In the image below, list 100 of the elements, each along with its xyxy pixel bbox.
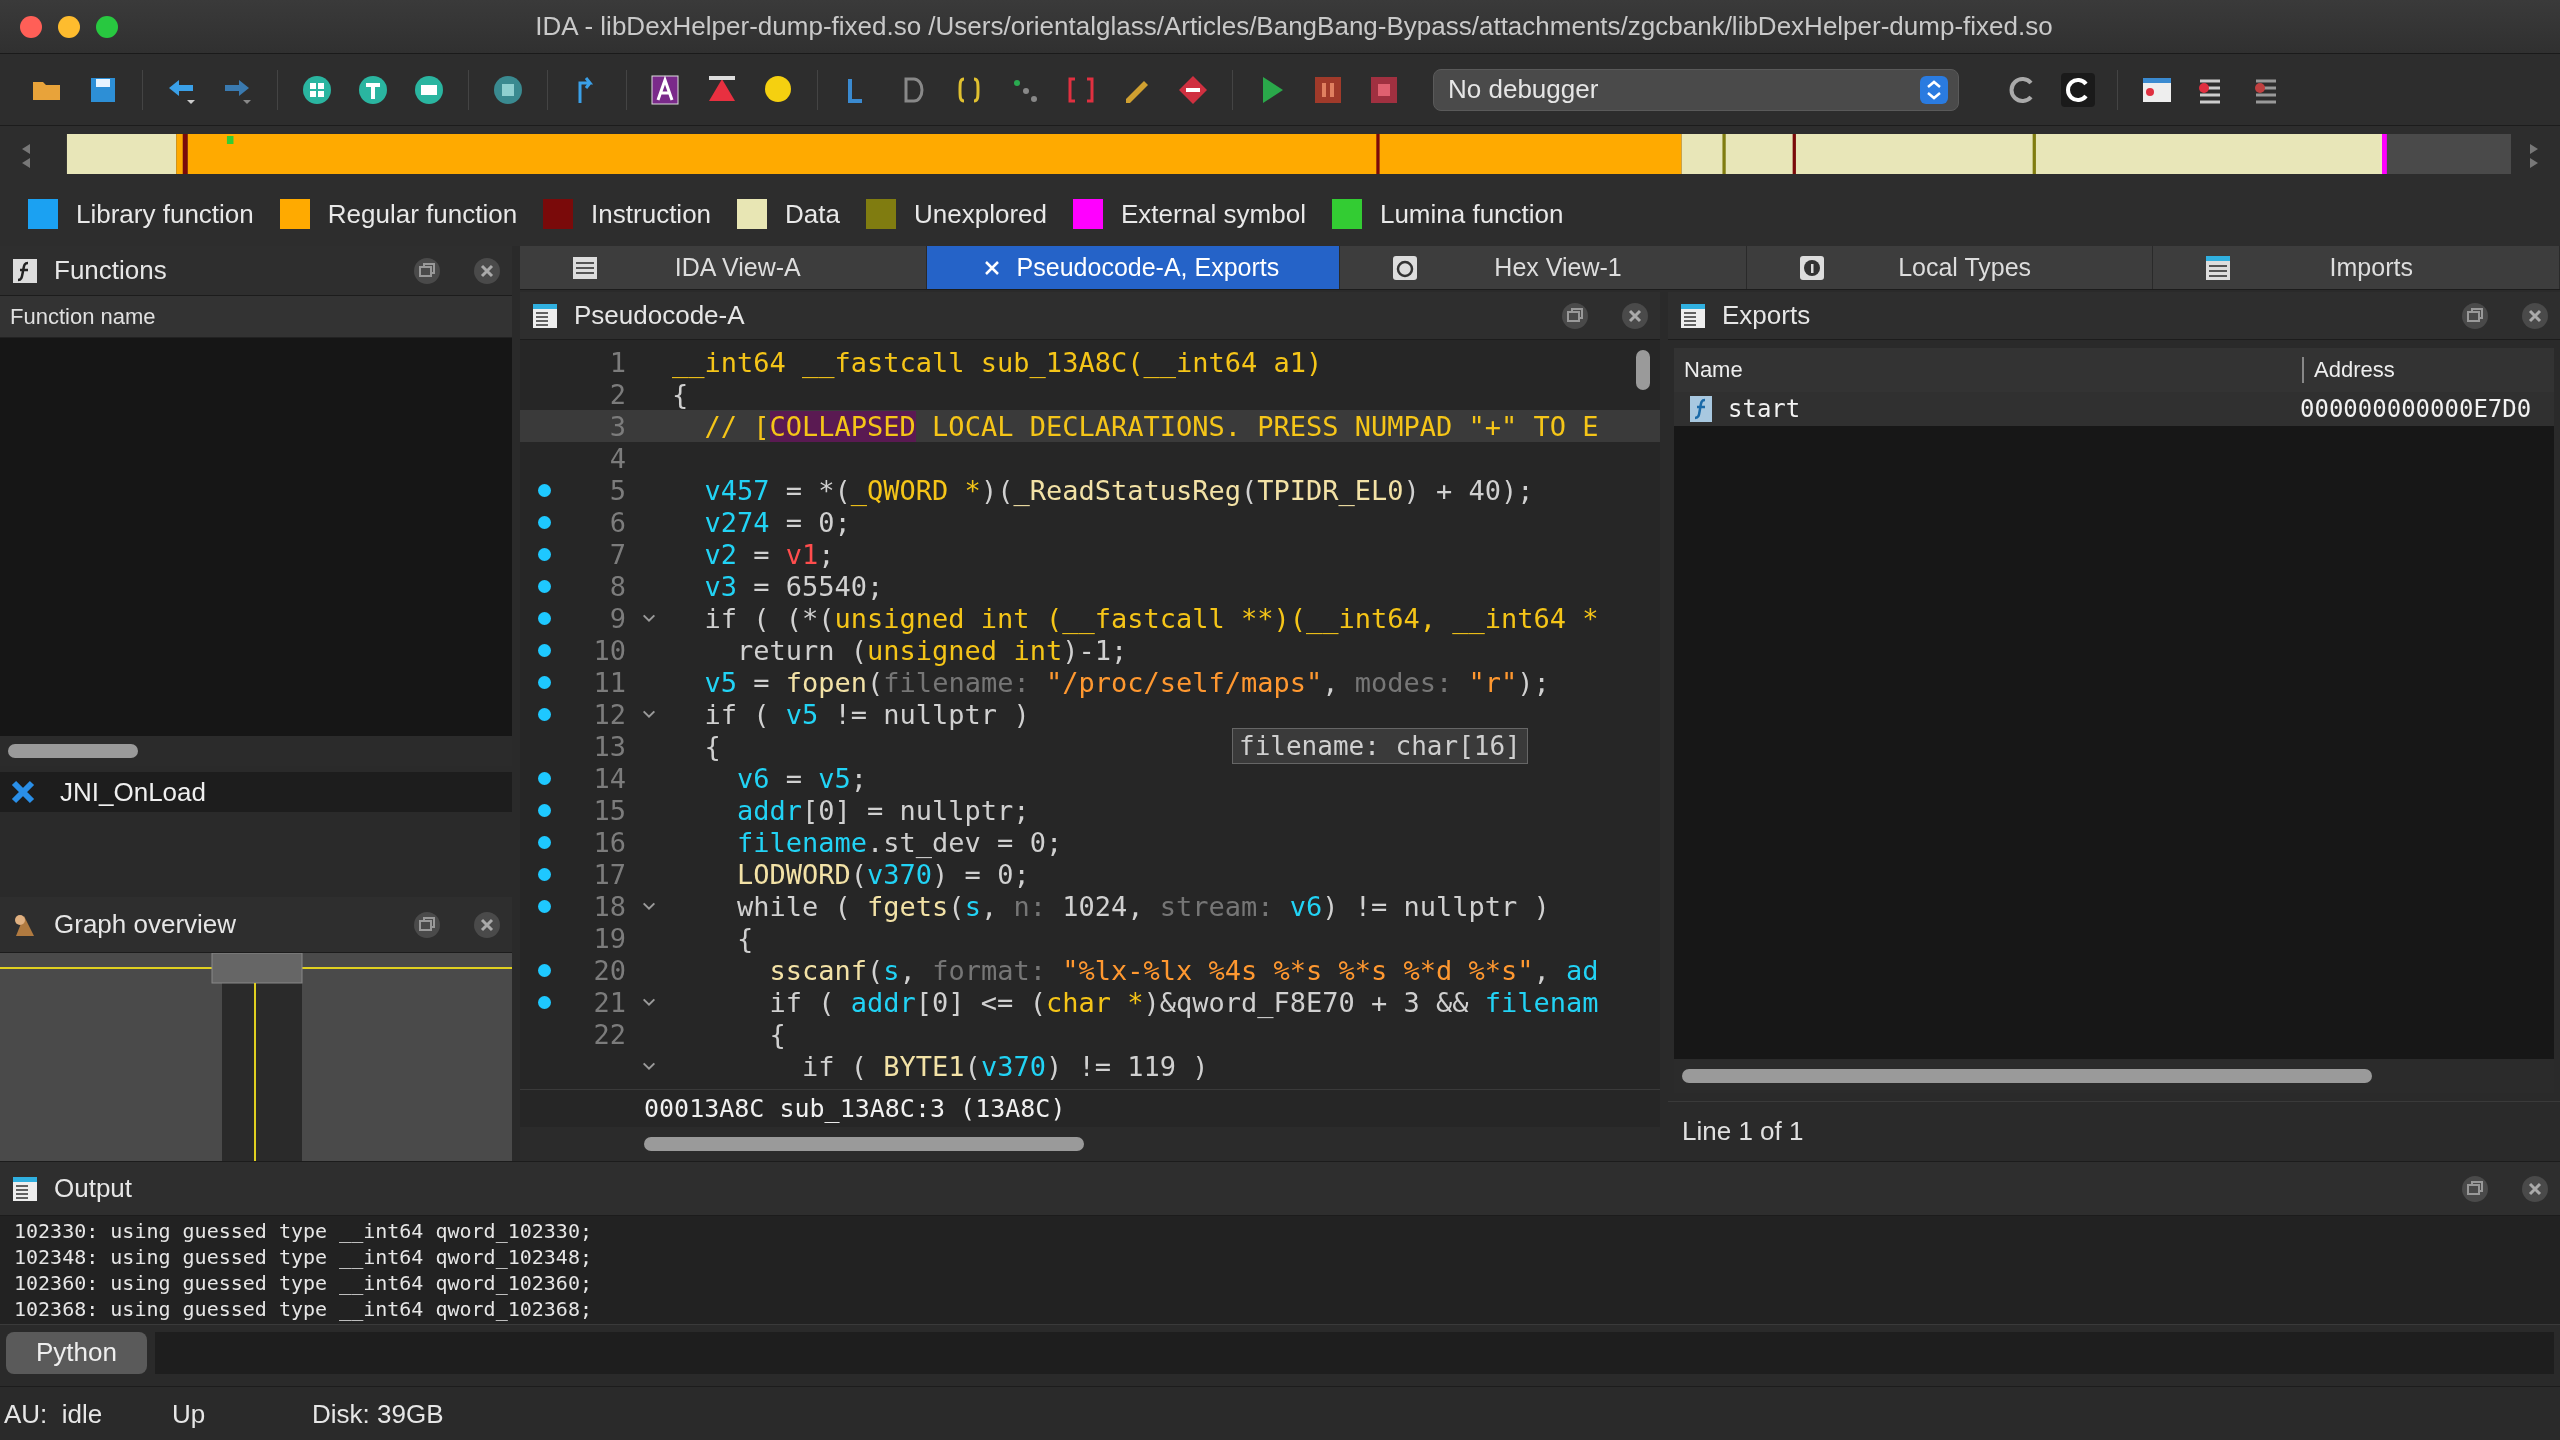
scrollbar-thumb[interactable] [644,1137,1084,1151]
code-line: if ( v5 != nullptr ) [703,698,1030,730]
table-cell-text: start [1727,395,1802,423]
breakpoint-dot[interactable] [537,483,551,497]
breakpoint-dot[interactable] [537,515,551,529]
legend-label: External symbol [1120,198,1306,230]
breakpoint-dot[interactable] [537,579,551,593]
line-number: 10 [592,634,626,666]
close-window-icon[interactable] [20,15,42,38]
breakpoint-dot[interactable] [537,547,551,561]
panel-title: Pseudocode-A [574,300,746,331]
code-line: { [768,1018,786,1050]
code-line: v3 = 65540; [703,570,884,602]
legend-label: Library function [76,198,254,230]
table-cell: 000000000000E7D0 [2300,395,2532,423]
output-line: 102368: using guessed type __int64 qword_102368; [14,1296,593,1322]
line-number: 4 [608,442,626,474]
output-line: 102348: using guessed type __int64 qword_102348; [14,1244,593,1270]
location-status: 00013A8C sub_13A8C:3 (13A8C) [644,1094,1066,1123]
window-title: IDA - libDexHelper-dump-fixed.so /Users/orientalglass/Articles/BangBang-Bypass/attachments/zgcbank/libDexHelper-dump-fixed.so [534,11,2054,42]
code-line: addr[0] = nullptr; [736,794,1030,826]
restore-icon[interactable] [2460,1173,2490,1204]
line-number: 20 [592,954,626,986]
close-icon[interactable] [472,255,502,286]
panel-title: Output [54,1173,134,1204]
breakpoint-dot[interactable] [537,803,551,817]
legend-label: Lumina function [1379,198,1564,230]
python-button[interactable]: Python [6,1331,147,1374]
line-number: 15 [592,794,626,826]
breakpoint-dot[interactable] [537,611,551,625]
breakpoint-dot[interactable] [537,899,551,913]
column-header[interactable]: Address [2302,357,2395,383]
line-number: 5 [608,474,626,506]
status-text: Up [172,1399,207,1430]
legend-label: Instruction [591,198,712,230]
line-number: 16 [592,826,626,858]
line-number: 7 [608,538,626,570]
zoom-window-icon[interactable] [96,15,118,38]
scrollbar-thumb[interactable] [8,744,138,758]
close-icon[interactable] [2520,300,2550,331]
restore-icon[interactable] [1560,300,1590,331]
code-line: __int64 __fastcall sub_13A8C(__int64 a1) [672,346,1323,378]
panel-title: Functions [54,255,168,286]
column-header[interactable]: Function name [0,296,512,338]
scrollbar-thumb[interactable] [1682,1069,2372,1083]
code-line: v6 = v5; [736,762,868,794]
column-header[interactable]: Name [1674,357,2302,383]
panel-title: Graph overview [54,909,238,940]
line-number: 12 [592,698,626,730]
legend-label: Data [785,198,840,230]
code-line: v5 = fopen(filename: "/proc/self/maps", modes: "r"); [703,666,1550,698]
breakpoint-dot[interactable] [537,707,551,721]
debugger-dropdown[interactable]: No debugger [1433,68,1959,111]
restore-icon[interactable] [2460,300,2490,331]
code-line: v457 = *(_QWORD *)(_ReadStatusReg(TPIDR_EL0) + 40); [703,474,1534,506]
line-number: 22 [592,1018,626,1050]
breakpoint-dot[interactable] [537,643,551,657]
line-number: 9 [608,602,626,634]
breakpoint-dot[interactable] [537,995,551,1009]
line-number: 18 [592,890,626,922]
restore-icon[interactable] [412,255,442,286]
line-number: 3 [608,410,626,442]
line-number: 14 [592,762,626,794]
line-number: 11 [592,666,626,698]
restore-icon[interactable] [412,909,442,940]
output-line: 102360: using guessed type __int64 qword_102360; [14,1270,593,1296]
line-number: 8 [608,570,626,602]
code-line: v274 = 0; [703,506,851,538]
breakpoint-dot[interactable] [537,835,551,849]
graph-overview-drawing[interactable] [0,953,512,1161]
line-number: 17 [592,858,626,890]
code-line: filename.st_dev = 0; [736,826,1063,858]
code-line: { [672,378,689,410]
line-number: 13 [592,730,626,762]
line-number: 6 [608,506,626,538]
code-line: { [736,922,754,954]
code-line: v2 = v1; [703,538,835,570]
code-line: if ( BYTE1(v370) != 119 ) [801,1050,1209,1082]
status-text: Disk: 39GB [312,1399,445,1430]
breakpoint-dot[interactable] [537,963,551,977]
chevron-icon [1920,75,1948,104]
scrollbar-thumb[interactable] [1636,350,1650,390]
minimize-window-icon[interactable] [58,15,80,38]
status-text: AU: idle [4,1399,104,1430]
code-line: return (unsigned int)-1; [736,634,1128,666]
close-icon[interactable] [472,909,502,940]
function-list-item[interactable]: JNI_OnLoad [0,772,512,812]
line-number: 2 [608,378,626,410]
output-line: 102330: using guessed type __int64 qword_102330; [14,1218,593,1244]
panel-title: Exports [1722,300,1812,331]
breakpoint-dot[interactable] [537,675,551,689]
code-line: sscanf(s, format: "%lx-%lx %4s %*s %*s %*d %*s", ad [768,954,1599,986]
legend-label: Unexplored [914,198,1047,230]
code-line: while ( fgets(s, n: 1024, stream: v6) != nullptr ) [736,890,1550,922]
close-icon[interactable] [1620,300,1650,331]
breakpoint-dot[interactable] [537,771,551,785]
breakpoint-dot[interactable] [537,867,551,881]
legend-label: Regular function [327,198,518,230]
tab[interactable]: Pseudocode-A, Exports [926,246,1341,289]
close-icon[interactable] [2520,1173,2550,1204]
